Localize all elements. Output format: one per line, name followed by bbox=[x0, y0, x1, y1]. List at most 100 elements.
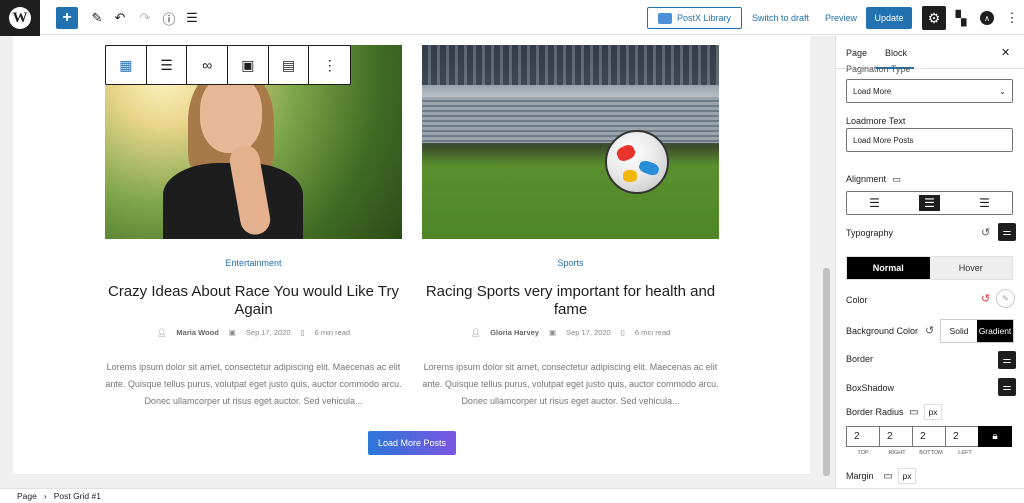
post-grid-block-icon[interactable]: ▦ bbox=[106, 46, 147, 84]
chevron-right-icon: › bbox=[43, 491, 47, 501]
reset-color-icon[interactable]: ↺ bbox=[981, 292, 990, 305]
pagination-type-value: Load More bbox=[853, 86, 892, 96]
switch-to-draft-button[interactable]: Switch to draft bbox=[752, 7, 809, 29]
desktop-icon[interactable]: ▭ bbox=[880, 468, 896, 484]
typography-label: Typography bbox=[846, 228, 894, 238]
clock-icon: ▯ bbox=[620, 328, 625, 337]
reset-icon[interactable]: ↺ bbox=[981, 226, 990, 239]
tab-block[interactable]: Block bbox=[885, 48, 907, 58]
reset-bg-icon[interactable]: ↺ bbox=[925, 324, 934, 337]
canvas-scrollbar[interactable] bbox=[822, 36, 831, 478]
calendar-icon: ▣ bbox=[549, 328, 557, 337]
border-radius-label: Border Radius bbox=[846, 407, 904, 417]
post-meta: 👤︎ Maria Wood ▣ Sep 17, 2020 ▯ 6 min rea… bbox=[105, 328, 402, 337]
unit-selector[interactable]: px bbox=[924, 404, 942, 420]
chevron-down-icon: ⌄ bbox=[999, 86, 1006, 96]
breadcrumb-page[interactable]: Page bbox=[17, 491, 37, 501]
color-label: Color bbox=[846, 295, 868, 305]
soccer-ball bbox=[605, 130, 669, 194]
author-icon: 👤︎ bbox=[470, 328, 481, 337]
margin-label: Margin bbox=[846, 471, 874, 481]
post-excerpt: Lorems ipsum dolor sit amet, consectetur… bbox=[422, 362, 719, 406]
normal-tab[interactable]: Normal bbox=[847, 257, 930, 279]
desktop-icon[interactable]: ▭ bbox=[893, 174, 902, 184]
postx-icon bbox=[657, 12, 672, 24]
post-category[interactable]: Entertainment bbox=[105, 258, 402, 268]
list-view-icon[interactable]: ☰ bbox=[182, 7, 202, 29]
solid-gradient-toggle: Solid Gradient bbox=[940, 319, 1014, 343]
post-category[interactable]: Sports bbox=[422, 258, 719, 268]
undo-icon[interactable]: ↶ bbox=[110, 7, 130, 29]
align-right-icon[interactable]: ☰ bbox=[957, 192, 1012, 214]
boxshadow-settings-icon[interactable]: ⚌ bbox=[998, 378, 1016, 396]
postx-blocks-icon[interactable]: ▚ bbox=[951, 7, 971, 29]
loadmore-text-input[interactable]: Load More Posts bbox=[846, 128, 1013, 152]
post-meta: 👤︎ Gloria Harvey ▣ Sep 17, 2020 ▯ 6 min … bbox=[422, 328, 719, 337]
add-block-button[interactable]: + bbox=[56, 7, 78, 29]
radius-right-input[interactable]: 2 bbox=[879, 426, 913, 447]
postx-library-button[interactable]: PostX Library bbox=[647, 7, 742, 29]
loadmore-text-label: Loadmore Text bbox=[846, 116, 906, 126]
astra-icon[interactable]: ∧ bbox=[977, 7, 997, 29]
align-icon[interactable]: ☰ bbox=[147, 46, 188, 84]
post-read-time: 6 min read bbox=[634, 328, 671, 337]
desktop-icon[interactable]: ▭ bbox=[906, 404, 922, 420]
breadcrumb-block[interactable]: Post Grid #1 bbox=[54, 491, 101, 501]
link-icon[interactable]: ∞ bbox=[187, 46, 229, 84]
normal-hover-toggle: Normal Hover bbox=[846, 256, 1013, 280]
post-date: Sep 17, 2020 bbox=[245, 328, 291, 337]
alignment-label: Alignment ▭ bbox=[846, 174, 902, 184]
scrollbar-thumb[interactable] bbox=[823, 268, 830, 476]
block-toolbar: ▦ ☰ ∞ ▣ ▤ ⋮ bbox=[105, 45, 351, 85]
postx-library-label: PostX Library bbox=[676, 13, 732, 23]
calendar-icon: ▣ bbox=[228, 328, 236, 337]
gradient-option[interactable]: Gradient bbox=[977, 320, 1013, 342]
post-title[interactable]: Crazy Ideas About Race You would Like Tr… bbox=[105, 283, 402, 319]
radius-bottom-input[interactable]: 2 bbox=[912, 426, 946, 447]
settings-sidebar: Page Block ✕ Pagination Type Load More ⌄… bbox=[835, 36, 1024, 488]
settings-gear-icon[interactable]: ⚙ bbox=[922, 6, 946, 30]
redo-icon[interactable]: ↷ bbox=[135, 7, 155, 29]
margin-unit-selector[interactable]: px bbox=[898, 468, 916, 484]
wordpress-logo[interactable]: W bbox=[0, 0, 40, 36]
more-options-icon[interactable]: ⋮ bbox=[1002, 7, 1022, 29]
pencil-icon[interactable]: ✎ bbox=[87, 7, 107, 29]
pagination-type-select[interactable]: Load More ⌄ bbox=[846, 79, 1013, 103]
align-left-icon[interactable]: ☰ bbox=[847, 192, 902, 214]
alignment-buttons: ☰ ☰ ☰ bbox=[846, 191, 1013, 215]
boxshadow-label: BoxShadow bbox=[846, 383, 895, 393]
breadcrumb: Page › Post Grid #1 bbox=[0, 488, 1024, 503]
preview-button[interactable]: Preview bbox=[825, 7, 857, 29]
typography-settings-icon[interactable]: ⚌ bbox=[998, 223, 1016, 241]
post-date: Sep 17, 2020 bbox=[566, 328, 611, 337]
hover-tab[interactable]: Hover bbox=[929, 257, 1012, 279]
background-color-label: Background Color bbox=[846, 326, 919, 336]
post-image-stadium[interactable] bbox=[422, 45, 719, 239]
border-settings-icon[interactable]: ⚌ bbox=[998, 351, 1016, 369]
close-icon[interactable]: ✕ bbox=[1001, 46, 1010, 59]
solid-option[interactable]: Solid bbox=[941, 320, 977, 342]
border-label: Border bbox=[846, 354, 874, 364]
editor-top-bar: W + ✎ ↶ ↷ ⓘ ☰ PostX Library Switch to dr… bbox=[0, 0, 1024, 36]
radius-top-input[interactable]: 2 bbox=[846, 426, 880, 447]
post-author[interactable]: Maria Wood bbox=[176, 328, 218, 337]
image-icon[interactable]: ▣ bbox=[228, 46, 269, 84]
post-title[interactable]: Racing Sports very important for health … bbox=[422, 283, 719, 319]
align-center-icon[interactable]: ☰ bbox=[902, 192, 957, 214]
author-icon: 👤︎ bbox=[156, 328, 167, 337]
layout-icon[interactable]: ▤ bbox=[269, 46, 310, 84]
post-author[interactable]: Gloria Harvey bbox=[490, 328, 539, 337]
update-button[interactable]: Update bbox=[866, 7, 912, 29]
pagination-type-label: Pagination Type bbox=[846, 64, 911, 74]
load-more-button[interactable]: Load More Posts bbox=[368, 431, 456, 455]
post-card[interactable]: Sports Racing Sports very important for … bbox=[422, 45, 719, 406]
border-radius-side-labels: TOP RIGHT BOTTOM LEFT bbox=[857, 450, 972, 456]
block-options-icon[interactable]: ⋮ bbox=[309, 46, 350, 84]
wordpress-icon: W bbox=[9, 7, 31, 29]
radius-left-input[interactable]: 2 bbox=[945, 426, 979, 447]
info-icon[interactable]: ⓘ bbox=[159, 7, 179, 29]
tab-page[interactable]: Page bbox=[846, 48, 867, 58]
lock-icon[interactable]: 🔒︎ bbox=[978, 426, 1012, 447]
clock-icon: ▯ bbox=[300, 328, 305, 337]
color-picker[interactable]: ✎ bbox=[996, 289, 1015, 308]
